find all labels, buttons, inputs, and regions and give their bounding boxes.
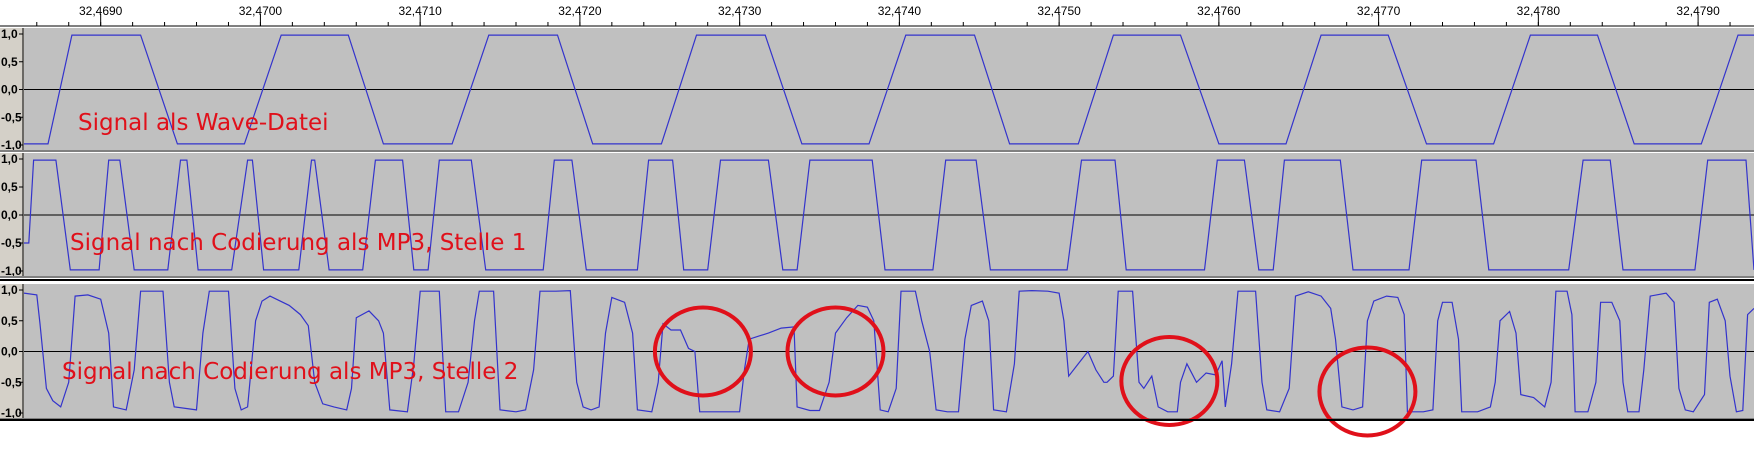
y-tick-label: 0,0: [1, 83, 18, 97]
x-tick-label: 32,4700: [239, 4, 283, 18]
x-tick-label: 32,4720: [558, 4, 602, 18]
y-tick-label: 0,5: [1, 55, 18, 69]
y-tick-label: 0,5: [1, 180, 18, 194]
x-tick-label: 32,4760: [1197, 4, 1241, 18]
x-tick-label: 32,4690: [79, 4, 123, 18]
y-tick-label: 0,0: [1, 345, 18, 359]
y-tick-label: -1,0: [1, 264, 22, 278]
x-tick-label: 32,4770: [1357, 4, 1401, 18]
y-tick-label: 1,0: [1, 283, 18, 297]
y-tick-label: 1,0: [1, 27, 18, 41]
y-tick-label: -0,5: [1, 375, 22, 389]
x-tick-label: 32,4790: [1676, 4, 1720, 18]
y-tick-label: 0,0: [1, 208, 18, 222]
y-tick-label: 1,0: [1, 152, 18, 166]
y-tick-label: 0,5: [1, 314, 18, 328]
x-tick-label: 32,4750: [1037, 4, 1081, 18]
y-tick-label: -1,0: [1, 138, 22, 152]
track-annotation: Signal als Wave-Datei: [78, 110, 329, 136]
track-3[interactable]: 1,0 0,5 0,0 -0,5 -1,0 Signal nach Codierung a…: [0, 283, 1754, 438]
tracks-area: 1,00,50,0-0,5-1,0Signal als Wave-Datei1,…: [0, 27, 1754, 438]
track-1[interactable]: 1,0 0,5 0,0 -0,5 -1,0 Signal als Wave-Datei: [0, 27, 1754, 152]
waveform-chart: 32,4690 32,4700 32,4710 32,4720 32,4730 32,47…: [0, 0, 1754, 438]
x-tick-label: 32,4730: [718, 4, 762, 18]
track-annotation: Signal nach Codierung als MP3, Stelle 2: [62, 359, 518, 385]
y-tick-label: -0,5: [1, 236, 22, 250]
x-tick-label: 32,4710: [398, 4, 442, 18]
x-tick-label: 32,4780: [1517, 4, 1561, 18]
y-tick-label: -0,5: [1, 110, 22, 124]
y-tick-label: -1,0: [1, 406, 22, 420]
audio-editor-view: 32,4690 32,4700 32,4710 32,4720 32,4730 32,47…: [0, 0, 1754, 469]
timeline-ruler[interactable]: 32,4690 32,4700 32,4710 32,4720 32,4730 32,47…: [0, 0, 1754, 27]
x-tick-label: 32,4740: [878, 4, 922, 18]
track-annotation: Signal nach Codierung als MP3, Stelle 1: [70, 230, 526, 256]
track-2[interactable]: 1,0 0,5 0,0 -0,5 -1,0 Signal nach Codierung a…: [0, 152, 1754, 278]
